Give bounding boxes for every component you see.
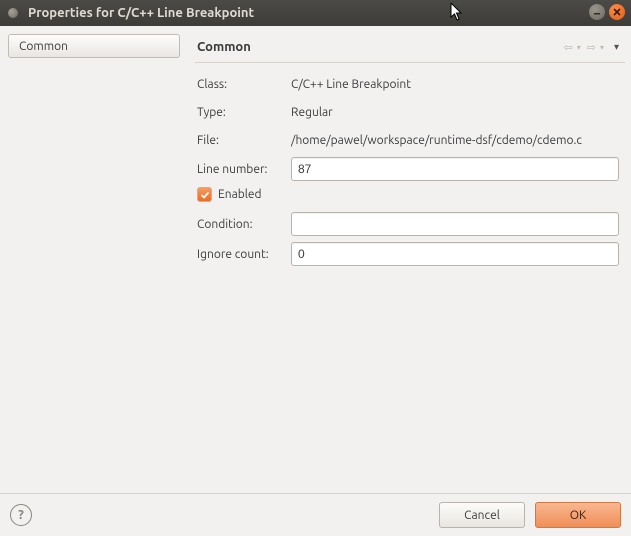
cancel-button-label: Cancel bbox=[464, 509, 500, 522]
menu-dropdown-icon[interactable]: ▾ bbox=[614, 41, 619, 53]
label-class: Class: bbox=[197, 78, 291, 91]
titlebar[interactable]: Properties for C/C++ Line Breakpoint bbox=[0, 0, 631, 26]
line-number-input[interactable] bbox=[291, 157, 619, 181]
value-class: C/C++ Line Breakpoint bbox=[291, 78, 619, 91]
enabled-checkbox[interactable] bbox=[197, 187, 212, 202]
sidebar-item-label: Common bbox=[19, 40, 68, 53]
footer-buttons: Cancel OK bbox=[439, 502, 621, 528]
dialog-footer: ? Cancel OK bbox=[0, 493, 631, 536]
cancel-button[interactable]: Cancel bbox=[439, 502, 525, 528]
row-type: Type: Regular bbox=[197, 101, 619, 123]
value-file: /home/pawel/workspace/runtime-dsf/cdemo/… bbox=[291, 134, 619, 147]
value-type: Regular bbox=[291, 106, 619, 119]
row-ignore-count: Ignore count: bbox=[197, 242, 619, 266]
forward-history-icon[interactable]: ▾ bbox=[600, 43, 604, 52]
ok-button[interactable]: OK bbox=[535, 502, 621, 528]
row-enabled: Enabled bbox=[197, 187, 619, 202]
help-icon[interactable]: ? bbox=[10, 504, 32, 526]
page-title: Common bbox=[197, 40, 251, 54]
forward-icon[interactable]: ⇨ bbox=[587, 41, 596, 54]
window-title: Properties for C/C++ Line Breakpoint bbox=[28, 6, 254, 20]
form-area: Class: C/C++ Line Breakpoint Type: Regul… bbox=[195, 63, 625, 272]
dialog-window: Properties for C/C++ Line Breakpoint Com… bbox=[0, 0, 631, 536]
content-pane: Common ⇦ ▾ ⇨ ▾ ▾ Class: C/C++ Line Break… bbox=[186, 32, 625, 493]
label-file: File: bbox=[197, 134, 291, 147]
row-class: Class: C/C++ Line Breakpoint bbox=[197, 73, 619, 95]
ok-button-label: OK bbox=[570, 509, 587, 522]
label-condition: Condition: bbox=[197, 218, 291, 231]
label-line-number: Line number: bbox=[197, 163, 291, 176]
back-history-icon[interactable]: ▾ bbox=[577, 43, 581, 52]
close-button[interactable] bbox=[609, 4, 625, 20]
window-menu-icon[interactable] bbox=[8, 8, 18, 18]
label-type: Type: bbox=[197, 106, 291, 119]
back-icon[interactable]: ⇦ bbox=[564, 41, 573, 54]
label-enabled: Enabled bbox=[218, 188, 262, 201]
nav-arrows: ⇦ ▾ ⇨ ▾ ▾ bbox=[564, 41, 620, 54]
ignore-count-input[interactable] bbox=[291, 242, 619, 266]
category-sidebar: Common bbox=[6, 32, 186, 493]
row-condition: Condition: bbox=[197, 212, 619, 236]
row-file: File: /home/pawel/workspace/runtime-dsf/… bbox=[197, 129, 619, 151]
label-ignore-count: Ignore count: bbox=[197, 248, 291, 261]
sidebar-item-common[interactable]: Common bbox=[8, 34, 180, 58]
condition-input[interactable] bbox=[291, 212, 619, 236]
dialog-body: Common Common ⇦ ▾ ⇨ ▾ ▾ Class: C/C++ Lin… bbox=[0, 26, 631, 493]
window-controls bbox=[589, 4, 625, 20]
minimize-button[interactable] bbox=[589, 4, 605, 20]
content-header: Common ⇦ ▾ ⇨ ▾ ▾ bbox=[195, 36, 625, 63]
row-line-number: Line number: bbox=[197, 157, 619, 181]
mouse-cursor-icon bbox=[450, 3, 464, 25]
